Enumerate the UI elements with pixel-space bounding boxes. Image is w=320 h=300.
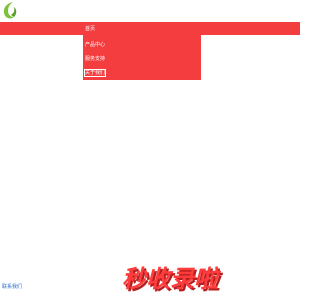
nav-item-products[interactable]: 产品中心	[83, 38, 201, 52]
leaf-logo-icon	[3, 2, 17, 19]
nav-item-services[interactable]: 服务支持	[83, 52, 201, 66]
nav-item-about[interactable]: 关于我们	[83, 66, 201, 80]
nav-item-label: 关于我们	[83, 69, 107, 77]
brand-watermark-logo: 秒收录啦 秒收录啦	[122, 266, 224, 292]
site-logo[interactable]	[0, 0, 20, 22]
footer-contact-link[interactable]: 联系我们	[2, 283, 22, 290]
nav-item-label: 首页	[85, 26, 96, 32]
page: 首页 产品中心 服务支持 关于我们 联系我们 秒收录啦 秒收录啦	[0, 0, 300, 300]
nav-item-home[interactable]: 首页	[83, 22, 201, 38]
nav-item-label: 产品中心	[85, 42, 106, 48]
main-nav: 首页 产品中心 服务支持 关于我们	[83, 22, 201, 80]
nav-item-label: 服务支持	[85, 56, 106, 62]
watermark-text: 秒收录啦	[122, 266, 222, 292]
